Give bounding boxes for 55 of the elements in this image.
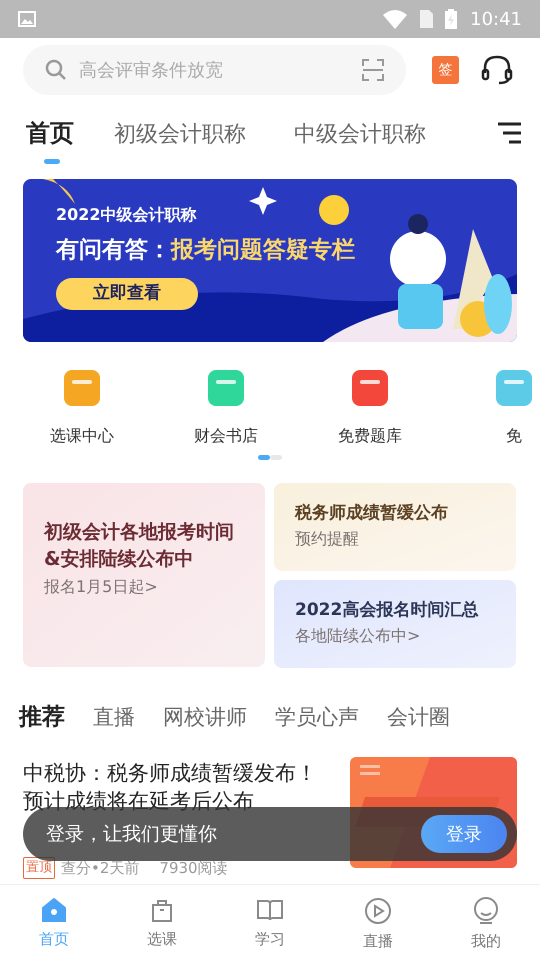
promo-title: 税务师成绩暂缓公布 bbox=[295, 502, 449, 525]
shortcut-label[interactable]: 财会书店 bbox=[194, 424, 258, 448]
promo-subtitle: 各地陆续公布中> bbox=[295, 625, 422, 647]
home-icon bbox=[41, 897, 67, 923]
scan-icon[interactable] bbox=[362, 59, 384, 81]
nav-tab[interactable]: 学习 bbox=[216, 885, 324, 960]
top-tab[interactable]: 初级会计职称 bbox=[114, 118, 246, 151]
top-tab[interactable]: 首页 bbox=[26, 115, 74, 151]
shortcut-icon[interactable] bbox=[350, 368, 390, 408]
menu-icon[interactable] bbox=[497, 122, 523, 144]
play-icon bbox=[364, 897, 392, 925]
search-input[interactable]: 高会评审条件放宽 bbox=[79, 56, 362, 84]
read-count: 7930阅读 bbox=[159, 858, 228, 878]
promo-subtitle: 报名1月5日起> bbox=[44, 576, 159, 598]
banner-title: 有问有答： bbox=[56, 236, 171, 265]
promo-card[interactable]: 初级会计各地报考时间&安排陆续公布中 报名1月5日起> bbox=[23, 483, 265, 667]
sim-icon bbox=[418, 9, 434, 29]
login-button[interactable]: 登录 bbox=[421, 815, 507, 853]
status-time: 10:41 bbox=[470, 8, 522, 32]
promo-title: 2022高会报名时间汇总 bbox=[295, 599, 480, 622]
login-message: 登录，让我们更懂你 bbox=[46, 822, 218, 847]
wifi-icon bbox=[382, 9, 408, 29]
search-icon bbox=[45, 59, 67, 81]
tab-indicator bbox=[44, 159, 60, 164]
shortcut-icon[interactable] bbox=[206, 368, 246, 408]
book-icon bbox=[256, 897, 284, 923]
shortcut-label[interactable]: 免 bbox=[506, 424, 522, 448]
promo-title: 初级会计各地报考时间&安排陆续公布中 bbox=[44, 520, 235, 572]
feed-tab[interactable]: 网校讲师 bbox=[163, 702, 247, 733]
nav-tab[interactable]: 我的 bbox=[432, 885, 540, 960]
promo-subtitle: 预约提醒 bbox=[295, 528, 360, 550]
feed-tab[interactable]: 直播 bbox=[93, 702, 135, 733]
promo-card[interactable]: 2022高会报名时间汇总 各地陆续公布中> bbox=[274, 580, 516, 668]
feed-tab[interactable]: 会计圈 bbox=[387, 702, 450, 733]
promo-card[interactable]: 税务师成绩暂缓公布 预约提醒 bbox=[274, 483, 516, 571]
headset-icon[interactable] bbox=[481, 55, 513, 85]
bag-icon bbox=[149, 897, 175, 923]
top-tab[interactable]: 中级会计职称 bbox=[294, 118, 426, 151]
banner-highlight: 报考问题答疑专栏 bbox=[171, 236, 355, 265]
nav-tab[interactable]: 选课 bbox=[108, 885, 216, 960]
banner[interactable]: 2022中级会计职称 有问有答：报考问题答疑专栏 立即查看 bbox=[23, 179, 517, 342]
nav-tab[interactable]: 直播 bbox=[324, 885, 432, 960]
shortcut-icon[interactable] bbox=[62, 368, 102, 408]
image-icon bbox=[18, 11, 36, 27]
shortcut-label[interactable]: 免费题库 bbox=[338, 424, 402, 448]
view-now-button[interactable]: 立即查看 bbox=[56, 278, 198, 310]
article-meta: 查分•2天前 bbox=[61, 858, 140, 878]
smile-icon bbox=[472, 897, 500, 925]
shortcut-icon[interactable] bbox=[494, 368, 534, 408]
battery-icon bbox=[444, 8, 458, 30]
feed-tab[interactable]: 学员心声 bbox=[275, 702, 359, 733]
banner-subtitle: 2022中级会计职称 bbox=[56, 204, 198, 226]
shortcut-label[interactable]: 选课中心 bbox=[50, 424, 114, 448]
search-field[interactable]: 高会评审条件放宽 bbox=[23, 45, 406, 95]
feed-tab[interactable]: 推荐 bbox=[19, 700, 65, 734]
